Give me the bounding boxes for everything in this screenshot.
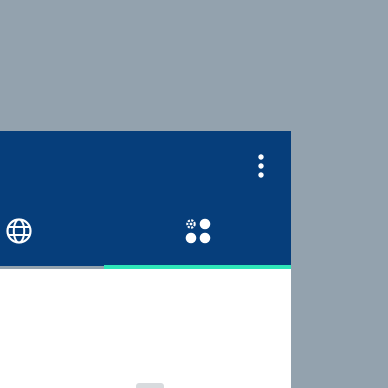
tab-apps-settings[interactable]	[104, 199, 291, 267]
more-vert-icon	[257, 154, 265, 178]
app-bar	[0, 131, 291, 269]
globe-icon	[5, 217, 33, 250]
overflow-menu-button[interactable]	[246, 149, 276, 183]
tab-language[interactable]	[0, 199, 104, 267]
content-panel	[0, 269, 291, 388]
apps-settings-icon	[184, 217, 212, 250]
bottom-sheet-handle[interactable]	[136, 383, 164, 388]
app-window	[0, 131, 291, 388]
